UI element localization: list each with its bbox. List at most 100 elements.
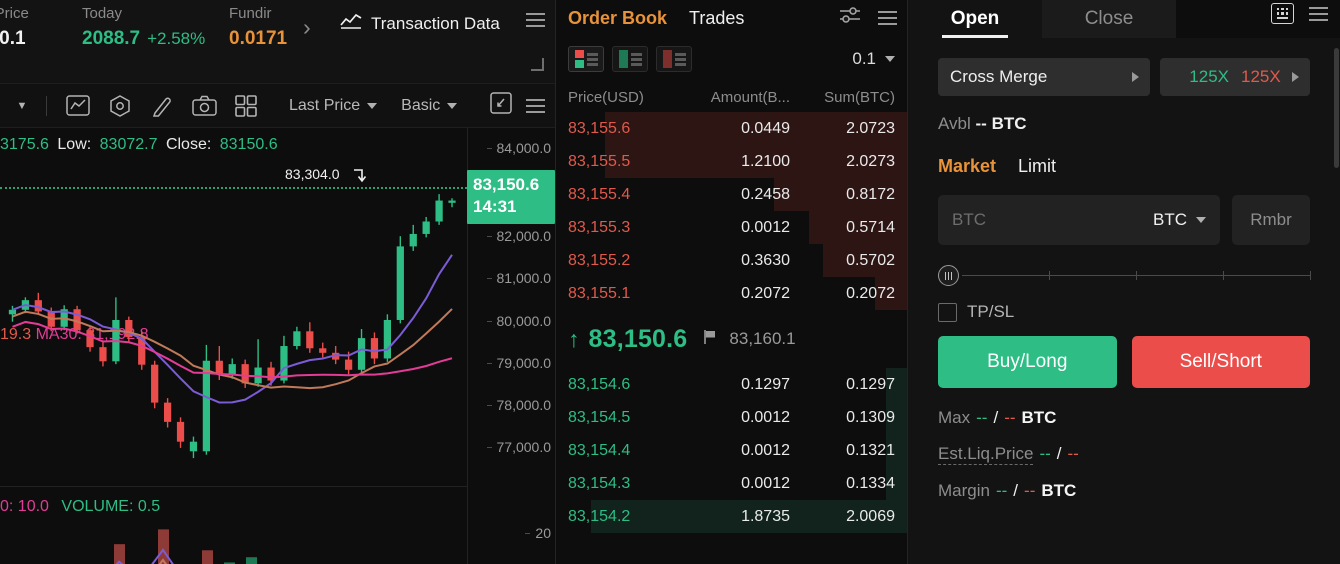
order-book-column-headers: Price(USD) Amount(B... Sum(BTC) <box>556 82 907 112</box>
available-unit: BTC <box>991 114 1027 133</box>
ohlc-close-value: 83150.6 <box>219 136 278 153</box>
fullscreen-expand-icon[interactable] <box>490 92 512 119</box>
chart-style-label: Basic <box>401 96 441 114</box>
ticker-item-funding[interactable]: Fundir 0.0171 <box>229 2 287 52</box>
order-book-row[interactable]: 83,154.4 0.0012 0.1321 <box>556 434 907 467</box>
available-value: -- <box>975 114 987 133</box>
resize-corner-icon[interactable] <box>531 58 544 71</box>
amount-row: BTC BTC Rmbr <box>938 195 1310 245</box>
order-book-row[interactable]: 83,154.5 0.0012 0.1309 <box>556 401 907 434</box>
volume-series <box>114 529 257 564</box>
trade-panel-body: Cross Merge 125X 125X Avbl -- BTC Market… <box>908 38 1340 564</box>
trade-panel-tabs: Open Close <box>908 0 1340 38</box>
draw-pencil-icon[interactable] <box>141 91 183 121</box>
order-book-sum: 2.0723 <box>846 119 895 137</box>
hamburger-menu-icon[interactable] <box>878 10 897 25</box>
bids-only-view-icon[interactable] <box>612 46 648 72</box>
hamburger-menu-icon[interactable] <box>526 13 545 27</box>
current-time-value: 14:31 <box>473 197 517 216</box>
order-book-price: 83,154.6 <box>568 375 631 393</box>
precision-dropdown[interactable]: 0.1 <box>852 49 895 69</box>
ticker-item-mark-price[interactable]: rk Price 160.1 <box>0 2 29 52</box>
price-source-dropdown[interactable]: Last Price <box>281 97 378 115</box>
order-info-long-value: -- <box>976 408 988 427</box>
margin-mode-label: Cross Merge <box>950 67 1048 86</box>
both-sides-view-icon[interactable] <box>568 46 604 72</box>
order-book-row[interactable]: 83,155.5 1.2100 2.0273 <box>556 145 907 178</box>
chevron-down-icon[interactable]: ▼ <box>8 100 36 112</box>
available-balance: Avbl -- BTC <box>938 114 1310 134</box>
buy-long-button[interactable]: Buy/Long <box>938 336 1117 388</box>
camera-snapshot-icon[interactable] <box>183 91 225 121</box>
arrow-up-icon: ↑ <box>568 325 580 352</box>
tab-open[interactable]: Open <box>908 0 1042 38</box>
order-type-market[interactable]: Market <box>938 156 996 177</box>
chevron-right-icon[interactable]: › <box>303 14 311 41</box>
last-price-value: 83,150.6 <box>588 324 688 353</box>
order-buttons: Buy/Long Sell/Short <box>938 336 1310 388</box>
order-book-amount: 0.1297 <box>741 375 790 393</box>
amount-unit-dropdown[interactable]: BTC <box>1153 210 1206 230</box>
order-info-short-value: -- <box>1067 444 1079 463</box>
order-book-sum: 2.0273 <box>846 152 895 170</box>
order-book-sum: 0.1321 <box>846 441 895 459</box>
order-book-row[interactable]: 83,155.2 0.3630 0.5702 <box>556 244 907 277</box>
order-book-row[interactable]: 83,155.4 0.2458 0.8172 <box>556 178 907 211</box>
axis-tick: 84,000.0 <box>486 140 551 156</box>
asks-only-view-icon[interactable] <box>656 46 692 72</box>
transaction-data-button[interactable]: Transaction Data <box>340 13 500 34</box>
tab-close[interactable]: Close <box>1042 0 1176 38</box>
tpsl-checkbox[interactable] <box>938 302 957 322</box>
leverage-long-value: 125X <box>1189 67 1229 86</box>
order-book-price: 83,155.4 <box>568 185 631 203</box>
panel-scrollbar[interactable] <box>1334 48 1339 168</box>
axis-tick: 81,000.0 <box>486 270 551 286</box>
leverage-selector[interactable]: 125X 125X <box>1160 58 1310 96</box>
layout-grid-icon[interactable] <box>225 91 267 121</box>
hamburger-menu-icon[interactable] <box>1309 6 1328 21</box>
axis-tick: 79,000.0 <box>486 355 551 371</box>
column-header-price: Price(USD) <box>568 88 644 106</box>
chart-canvas[interactable]: 3175.6 Low: 83072.7 Close: 83150.6 83,30… <box>0 128 555 564</box>
amount-input[interactable]: BTC BTC <box>938 195 1220 245</box>
order-info-key: Est.Liq.Price <box>938 444 1034 465</box>
tab-trades[interactable]: Trades <box>689 8 744 29</box>
amount-slider[interactable] <box>938 265 1311 286</box>
order-book-row[interactable]: 83,155.6 0.0449 2.0723 <box>556 112 907 145</box>
tpsl-row[interactable]: TP/SL <box>938 302 1310 322</box>
chart-style-dropdown[interactable]: Basic <box>393 96 458 115</box>
line-chart-type-icon[interactable] <box>57 91 99 121</box>
ticker-item-today[interactable]: Today 2088.7 +2.58% <box>82 2 205 52</box>
order-book-row[interactable]: 83,154.2 1.8735 2.0069 <box>556 500 907 533</box>
ticker-label: Fundir <box>229 5 272 22</box>
order-book-price: 83,155.5 <box>568 152 631 170</box>
ticker-value: 0.0171 <box>229 28 288 49</box>
tab-order-book[interactable]: Order Book <box>568 8 667 29</box>
order-book-row[interactable]: 83,155.3 0.0012 0.5714 <box>556 211 907 244</box>
order-book-sum: 0.1309 <box>846 408 895 426</box>
hamburger-menu-icon[interactable] <box>526 98 545 113</box>
order-book-row[interactable]: 83,155.1 0.2072 0.2072 <box>556 277 907 310</box>
order-info-short-value: -- <box>1004 408 1016 427</box>
order-book-amount: 0.3630 <box>741 251 790 269</box>
order-book-row[interactable]: 83,154.6 0.1297 0.1297 <box>556 368 907 401</box>
sliders-settings-icon[interactable] <box>838 4 862 31</box>
order-book-row[interactable]: 83,154.3 0.0012 0.1334 <box>556 467 907 500</box>
slider-knob-icon[interactable] <box>938 265 959 286</box>
ticker-value: 160.1 <box>0 28 26 49</box>
sell-short-button[interactable]: Sell/Short <box>1131 336 1310 388</box>
order-type-tabs: Market Limit <box>938 156 1310 177</box>
price-axis[interactable]: 84,000.0 83,150.6 14:31 82,000.0 81,000.… <box>467 128 555 564</box>
order-book-price: 83,154.3 <box>568 474 631 492</box>
order-type-limit[interactable]: Limit <box>1018 156 1056 177</box>
remember-button[interactable]: Rmbr <box>1232 195 1310 245</box>
order-info-line: Max -- / -- BTC <box>938 408 1310 428</box>
chevron-down-icon <box>885 56 895 62</box>
amount-unit-label: BTC <box>1153 210 1187 229</box>
current-price-value: 83,150.6 <box>473 175 540 194</box>
triangle-right-icon <box>1132 72 1139 82</box>
indicators-hexagon-icon[interactable] <box>99 91 141 121</box>
slider-track[interactable] <box>962 271 1311 280</box>
keyboard-icon[interactable] <box>1271 3 1294 24</box>
margin-mode-selector[interactable]: Cross Merge <box>938 58 1150 96</box>
